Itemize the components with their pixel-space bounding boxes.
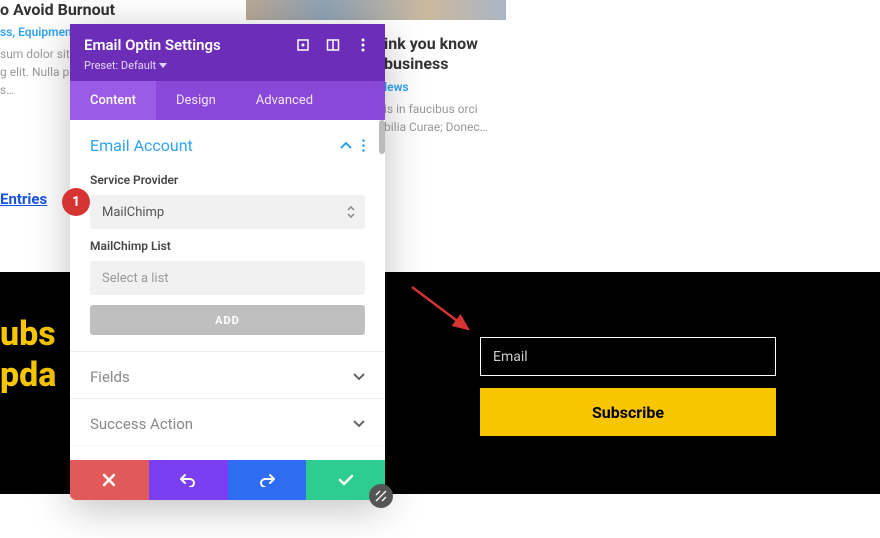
updown-caret-icon bbox=[347, 206, 355, 218]
panel-tabs: Content Design Advanced bbox=[70, 81, 385, 120]
service-provider-label: Service Provider bbox=[90, 173, 365, 187]
add-button[interactable]: ADD bbox=[90, 305, 365, 335]
expand-icon[interactable] bbox=[295, 37, 311, 53]
panel-title: Email Optin Settings bbox=[84, 36, 221, 54]
cancel-button[interactable] bbox=[70, 460, 149, 500]
resize-handle[interactable] bbox=[369, 484, 393, 508]
older-entries-link[interactable]: Entries bbox=[0, 190, 47, 208]
section-title: Email Account bbox=[90, 136, 193, 155]
email-account-fields: Service Provider MailChimp MailChimp Lis… bbox=[70, 173, 385, 351]
tab-content[interactable]: Content bbox=[70, 81, 156, 120]
article-meta[interactable]: lews bbox=[384, 80, 574, 94]
email-optin-form: Subscribe bbox=[480, 337, 776, 436]
section-title: Fields bbox=[90, 368, 130, 386]
article-card: ink you know business lews is in faucibu… bbox=[384, 34, 574, 136]
scrollbar[interactable] bbox=[379, 120, 385, 154]
panel-body: Email Account Service Provider MailChimp… bbox=[70, 120, 385, 460]
article-image bbox=[246, 0, 506, 20]
panel-header[interactable]: Email Optin Settings Preset: Default bbox=[70, 24, 385, 81]
tab-design[interactable]: Design bbox=[156, 81, 236, 120]
tab-advanced[interactable]: Advanced bbox=[236, 81, 333, 120]
panel-footer bbox=[70, 460, 385, 500]
section-email-account[interactable]: Email Account bbox=[70, 120, 385, 167]
section-spam-protection[interactable]: Spam Protection bbox=[70, 445, 385, 460]
kebab-menu-icon[interactable] bbox=[355, 37, 371, 53]
kebab-menu-icon[interactable] bbox=[362, 139, 365, 152]
subscribe-button[interactable]: Subscribe bbox=[480, 388, 776, 436]
article-title: o Avoid Burnout bbox=[0, 0, 230, 19]
mailchimp-list-select[interactable]: Select a list bbox=[90, 261, 365, 295]
section-title: Success Action bbox=[90, 415, 193, 433]
article-excerpt: is in faucibus orci bilia Curae; Donec… bbox=[384, 100, 574, 136]
columns-icon[interactable] bbox=[325, 37, 341, 53]
service-provider-select[interactable]: MailChimp bbox=[90, 195, 365, 229]
section-fields[interactable]: Fields bbox=[70, 351, 385, 398]
subscribe-heading: ubs pda bbox=[0, 314, 56, 396]
redo-button[interactable] bbox=[228, 460, 307, 500]
chevron-down-icon bbox=[353, 373, 365, 381]
preset-selector[interactable]: Preset: Default bbox=[84, 59, 167, 72]
section-success-action[interactable]: Success Action bbox=[70, 398, 385, 445]
email-field[interactable] bbox=[480, 337, 776, 376]
email-optin-settings-panel: Email Optin Settings Preset: Default Con… bbox=[70, 24, 385, 500]
chevron-down-icon bbox=[353, 420, 365, 428]
chevron-up-icon bbox=[340, 142, 352, 150]
step-badge-1: 1 bbox=[62, 188, 90, 216]
article-title: ink you know business bbox=[384, 34, 574, 74]
mailchimp-list-label: MailChimp List bbox=[90, 239, 365, 253]
annotation-arrow bbox=[410, 285, 480, 345]
undo-button[interactable] bbox=[149, 460, 228, 500]
